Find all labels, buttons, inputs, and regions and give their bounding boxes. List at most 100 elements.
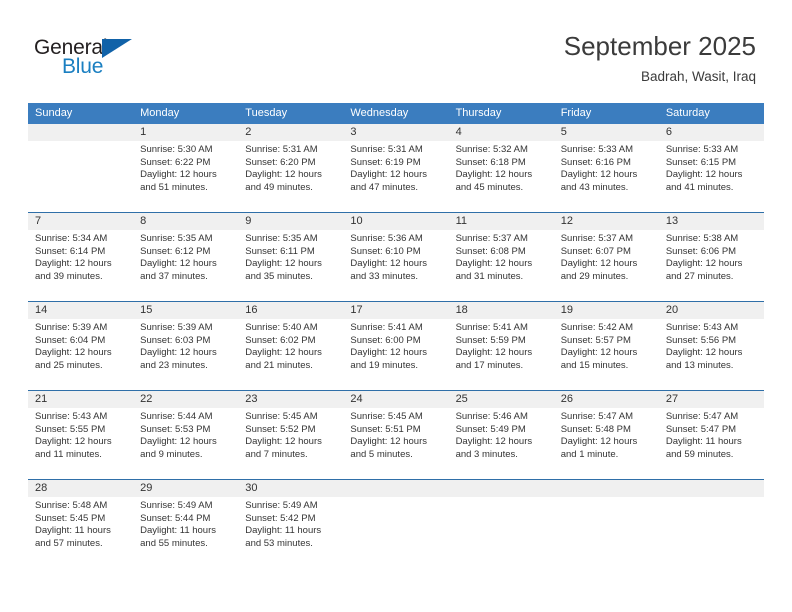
day-cell[interactable]: Sunrise: 5:35 AM Sunset: 6:12 PM Dayligh… [133, 230, 238, 301]
daylight-text-line1: Daylight: 12 hours [35, 436, 112, 448]
day-cell[interactable]: Sunrise: 5:39 AM Sunset: 6:04 PM Dayligh… [28, 319, 133, 390]
daylight-text-line1: Daylight: 11 hours [665, 436, 742, 448]
day-cell[interactable]: Sunrise: 5:48 AM Sunset: 5:45 PM Dayligh… [28, 497, 133, 569]
day-number[interactable]: 20 [659, 302, 764, 319]
day-cell[interactable]: Sunrise: 5:34 AM Sunset: 6:14 PM Dayligh… [28, 230, 133, 301]
sunset-text: Sunset: 5:48 PM [560, 423, 631, 435]
day-cell[interactable]: Sunrise: 5:43 AM Sunset: 5:56 PM Dayligh… [659, 319, 764, 390]
day-number[interactable]: 25 [449, 391, 554, 408]
day-cell[interactable]: Sunrise: 5:41 AM Sunset: 6:00 PM Dayligh… [343, 319, 448, 390]
day-cell[interactable] [28, 141, 133, 212]
day-cell[interactable] [554, 497, 659, 569]
day-cell[interactable]: Sunrise: 5:40 AM Sunset: 6:02 PM Dayligh… [238, 319, 343, 390]
day-cell[interactable]: Sunrise: 5:41 AM Sunset: 5:59 PM Dayligh… [449, 319, 554, 390]
day-cell[interactable]: Sunrise: 5:36 AM Sunset: 6:10 PM Dayligh… [343, 230, 448, 301]
daylight-text-line1: Daylight: 12 hours [665, 258, 743, 270]
day-cell[interactable]: Sunrise: 5:45 AM Sunset: 5:52 PM Dayligh… [238, 408, 343, 479]
day-cell[interactable] [449, 497, 554, 569]
day-cell[interactable]: Sunrise: 5:47 AM Sunset: 5:48 PM Dayligh… [554, 408, 659, 479]
day-number[interactable] [554, 480, 659, 497]
weekday-header-friday: Friday [560, 107, 592, 119]
day-cell[interactable] [659, 497, 764, 569]
day-cell[interactable]: Sunrise: 5:43 AM Sunset: 5:55 PM Dayligh… [28, 408, 133, 479]
day-cell[interactable]: Sunrise: 5:35 AM Sunset: 6:11 PM Dayligh… [238, 230, 343, 301]
day-number[interactable]: 19 [554, 302, 659, 319]
day-cell[interactable]: Sunrise: 5:37 AM Sunset: 6:08 PM Dayligh… [449, 230, 554, 301]
day-number[interactable]: 12 [554, 213, 659, 230]
sunrise-text: Sunrise: 5:34 AM [35, 233, 108, 244]
day-cell[interactable]: Sunrise: 5:42 AM Sunset: 5:57 PM Dayligh… [554, 319, 659, 390]
daylight-text-line2: and 37 minutes. [140, 270, 208, 282]
daylight-text-line2: and 43 minutes. [560, 181, 629, 193]
sunrise-text: Sunrise: 5:41 AM [455, 322, 528, 333]
sunrise-text: Sunrise: 5:30 AM [140, 144, 213, 155]
day-number[interactable]: 3 [343, 124, 448, 141]
sunset-text: Sunset: 6:00 PM [350, 334, 421, 346]
day-number[interactable]: 22 [133, 391, 238, 408]
general-blue-logo[interactable]: General Blue [34, 36, 224, 88]
day-number[interactable]: 11 [449, 213, 554, 230]
day-cell[interactable]: Sunrise: 5:31 AM Sunset: 6:20 PM Dayligh… [238, 141, 343, 212]
day-number[interactable]: 15 [133, 302, 238, 319]
day-cell[interactable]: Sunrise: 5:49 AM Sunset: 5:42 PM Dayligh… [238, 497, 343, 569]
day-cell[interactable]: Sunrise: 5:39 AM Sunset: 6:03 PM Dayligh… [133, 319, 238, 390]
day-number[interactable]: 10 [343, 213, 448, 230]
sunrise-text: Sunrise: 5:32 AM [455, 144, 528, 155]
day-number[interactable] [28, 124, 133, 141]
day-cell[interactable]: Sunrise: 5:44 AM Sunset: 5:53 PM Dayligh… [133, 408, 238, 479]
sunrise-text: Sunrise: 5:31 AM [350, 144, 423, 155]
daylight-text-line1: Daylight: 12 hours [560, 436, 638, 448]
day-cell[interactable]: Sunrise: 5:46 AM Sunset: 5:49 PM Dayligh… [449, 408, 554, 479]
day-cell[interactable]: Sunrise: 5:32 AM Sunset: 6:18 PM Dayligh… [449, 141, 554, 212]
day-number[interactable]: 23 [238, 391, 343, 408]
daylight-text-line1: Daylight: 11 hours [140, 525, 217, 537]
week-detail-row: Sunrise: 5:48 AM Sunset: 5:45 PM Dayligh… [28, 497, 764, 569]
daylight-text-line2: and 9 minutes. [140, 448, 203, 460]
day-number[interactable]: 13 [659, 213, 764, 230]
day-number[interactable] [343, 480, 448, 497]
week-day-number-row: 1 2 3 4 5 6 [28, 124, 764, 141]
day-cell[interactable]: Sunrise: 5:33 AM Sunset: 6:15 PM Dayligh… [659, 141, 764, 212]
daylight-text-line2: and 27 minutes. [665, 270, 734, 282]
day-number[interactable]: 8 [133, 213, 238, 230]
day-number[interactable]: 24 [343, 391, 448, 408]
day-number[interactable]: 29 [133, 480, 238, 497]
day-number[interactable]: 30 [238, 480, 343, 497]
day-cell[interactable]: Sunrise: 5:45 AM Sunset: 5:51 PM Dayligh… [343, 408, 448, 479]
day-number[interactable]: 5 [554, 124, 659, 141]
page-header: General Blue September 2025 Badrah, Wasi… [0, 0, 792, 96]
sunset-text: Sunset: 6:22 PM [140, 156, 211, 168]
sunset-text: Sunset: 6:12 PM [140, 245, 211, 257]
day-cell[interactable]: Sunrise: 5:37 AM Sunset: 6:07 PM Dayligh… [554, 230, 659, 301]
week-detail-row: Sunrise: 5:30 AM Sunset: 6:22 PM Dayligh… [28, 141, 764, 212]
day-number[interactable]: 17 [343, 302, 448, 319]
sunrise-text: Sunrise: 5:33 AM [560, 144, 634, 155]
day-number[interactable]: 6 [659, 124, 764, 141]
day-number[interactable]: 14 [28, 302, 133, 319]
day-number[interactable]: 28 [28, 480, 133, 497]
day-number[interactable]: 4 [449, 124, 554, 141]
day-cell[interactable] [343, 497, 448, 569]
day-cell[interactable]: Sunrise: 5:47 AM Sunset: 5:47 PM Dayligh… [659, 408, 764, 479]
daylight-text-line2: and 33 minutes. [350, 270, 419, 282]
daylight-text-line1: Daylight: 12 hours [350, 258, 427, 270]
day-cell[interactable]: Sunrise: 5:30 AM Sunset: 6:22 PM Dayligh… [133, 141, 238, 212]
day-number[interactable] [449, 480, 554, 497]
day-number[interactable]: 26 [554, 391, 659, 408]
day-number[interactable]: 18 [449, 302, 554, 319]
month-calendar: Sunday Monday Tuesday Wednesday Thursday… [28, 103, 764, 569]
day-cell[interactable]: Sunrise: 5:49 AM Sunset: 5:44 PM Dayligh… [133, 497, 238, 569]
day-number[interactable]: 2 [238, 124, 343, 141]
day-cell[interactable]: Sunrise: 5:31 AM Sunset: 6:19 PM Dayligh… [343, 141, 448, 212]
day-cell[interactable]: Sunrise: 5:33 AM Sunset: 6:16 PM Dayligh… [554, 141, 659, 212]
sunset-text: Sunset: 6:06 PM [665, 245, 737, 257]
day-number[interactable]: 27 [659, 391, 764, 408]
day-number[interactable]: 7 [28, 213, 133, 230]
day-number[interactable] [659, 480, 764, 497]
day-number[interactable]: 9 [238, 213, 343, 230]
day-number[interactable]: 21 [28, 391, 133, 408]
day-cell[interactable]: Sunrise: 5:38 AM Sunset: 6:06 PM Dayligh… [659, 230, 764, 301]
weekday-header-saturday: Saturday [665, 107, 710, 119]
day-number[interactable]: 1 [133, 124, 238, 141]
day-number[interactable]: 16 [238, 302, 343, 319]
